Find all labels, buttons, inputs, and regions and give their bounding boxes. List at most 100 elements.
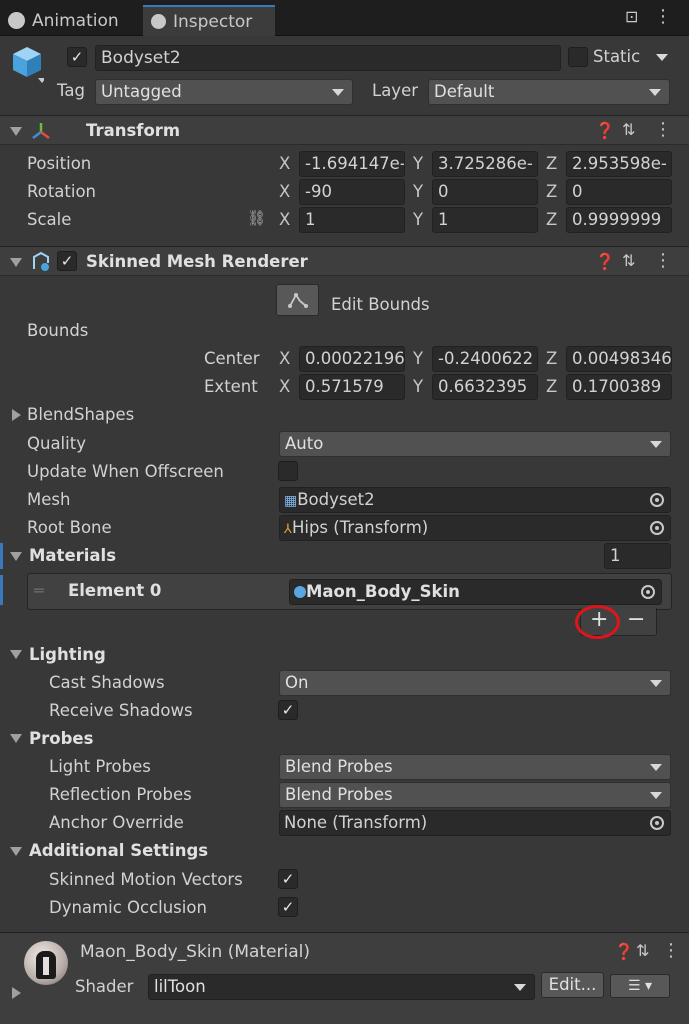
axis-x-label: X	[279, 377, 291, 396]
active-toggle[interactable]: ✓	[67, 47, 87, 67]
transform-header[interactable]: Transform ❓ ⇅ ⋮	[0, 115, 689, 145]
shader-edit-button[interactable]: Edit...	[541, 972, 604, 998]
material-foldout-icon[interactable]	[12, 987, 21, 999]
rotation-x-field[interactable]: -90	[299, 179, 405, 205]
help-icon[interactable]: ❓	[614, 942, 634, 961]
extent-x-field[interactable]: 0.571579	[299, 374, 405, 400]
update-offscreen-toggle[interactable]	[278, 461, 298, 481]
layer-dropdown[interactable]: Default	[428, 79, 670, 105]
scale-label: Scale	[27, 210, 72, 229]
drag-handle-icon[interactable]: ═	[34, 581, 44, 600]
component-menu-icon[interactable]: ⋮	[654, 250, 672, 271]
probes-foldout-icon[interactable]	[10, 734, 22, 743]
edit-bounds-button[interactable]	[276, 284, 319, 316]
quality-label: Quality	[27, 434, 86, 453]
extent-z-field[interactable]: 0.1700389	[566, 374, 672, 400]
cast-shadows-label: Cast Shadows	[49, 673, 165, 692]
probes-label: Probes	[29, 729, 94, 748]
axis-z-label: Z	[546, 210, 558, 229]
axis-x-label: X	[279, 182, 291, 201]
skinned-motion-vectors-label: Skinned Motion Vectors	[49, 870, 243, 889]
position-z-field[interactable]: 2.953598e-	[566, 151, 672, 177]
object-picker-icon[interactable]	[641, 585, 655, 599]
transform-axes-icon	[31, 121, 51, 145]
object-picker-icon[interactable]	[650, 521, 664, 535]
tab-inspector[interactable]: Inspector	[143, 5, 275, 36]
additional-settings-foldout-icon[interactable]	[10, 847, 22, 856]
blendshapes-label[interactable]: BlendShapes	[27, 405, 134, 424]
axis-z-label: Z	[546, 349, 558, 368]
tab-animation[interactable]: Animation	[0, 5, 140, 36]
rotation-z-field[interactable]: 0	[566, 179, 672, 205]
transform-icon: ⅄	[284, 522, 292, 537]
skinned-mesh-icon	[30, 251, 52, 277]
extent-label: Extent	[204, 377, 258, 396]
object-name-field[interactable]: Bodyset2	[95, 45, 561, 71]
clock-icon	[8, 12, 25, 29]
lighting-foldout-icon[interactable]	[10, 650, 22, 659]
scale-z-field[interactable]: 0.9999999	[566, 207, 672, 233]
lock-icon[interactable]: ⊡	[625, 7, 638, 26]
preset-icon[interactable]: ⇅	[622, 251, 635, 270]
root-bone-field[interactable]: ⅄Hips (Transform)	[279, 515, 671, 541]
quality-dropdown[interactable]: Auto	[279, 431, 671, 457]
shader-options-button[interactable]: ☰ ▾	[610, 974, 670, 998]
dynamic-occlusion-label: Dynamic Occlusion	[49, 898, 207, 917]
materials-count-field[interactable]: 1	[604, 543, 671, 569]
transform-title: Transform	[86, 121, 181, 140]
cast-shadows-dropdown[interactable]: On	[279, 670, 671, 696]
preset-icon[interactable]: ⇅	[636, 941, 649, 960]
materials-label: Materials	[29, 546, 117, 565]
center-y-field[interactable]: -0.2400622	[432, 346, 538, 372]
foldout-arrow-icon[interactable]	[10, 258, 22, 267]
center-z-field[interactable]: 0.00498346	[566, 346, 672, 372]
mesh-field[interactable]: ▦Bodyset2	[279, 487, 671, 513]
axis-y-label: Y	[413, 210, 424, 229]
shader-label: Shader	[75, 977, 134, 996]
help-icon[interactable]: ❓	[595, 252, 615, 271]
foldout-arrow-icon[interactable]	[10, 127, 22, 136]
preset-icon[interactable]: ⇅	[622, 120, 635, 139]
reflection-probes-dropdown[interactable]: Blend Probes	[279, 782, 671, 808]
mesh-label: Mesh	[27, 490, 71, 509]
element-0-material-field[interactable]: Maon_Body_Skin	[289, 579, 662, 605]
axis-x-label: X	[279, 210, 291, 229]
center-x-field[interactable]: 0.00022196	[299, 346, 405, 372]
rotation-label: Rotation	[27, 182, 97, 201]
edit-bounds-icon	[287, 293, 308, 308]
skinned-mesh-renderer-header[interactable]: ✓ Skinned Mesh Renderer ❓ ⇅ ⋮	[0, 246, 689, 276]
receive-shadows-toggle[interactable]: ✓	[278, 700, 298, 720]
extent-y-field[interactable]: 0.6632395	[432, 374, 538, 400]
axis-z-label: Z	[546, 182, 558, 201]
object-picker-icon[interactable]	[650, 493, 664, 507]
object-picker-icon[interactable]	[650, 816, 664, 830]
scale-y-field[interactable]: 1	[432, 207, 538, 233]
smr-title: Skinned Mesh Renderer	[86, 252, 308, 271]
unlinked-scale-icon[interactable]: ⛓	[247, 209, 266, 227]
bounds-label: Bounds	[27, 321, 89, 340]
light-probes-dropdown[interactable]: Blend Probes	[279, 754, 671, 780]
static-toggle[interactable]	[568, 47, 588, 67]
blendshapes-foldout-icon[interactable]	[12, 409, 21, 421]
material-sphere-icon	[294, 586, 306, 598]
kebab-menu-icon[interactable]: ⋮	[654, 6, 672, 27]
smr-enabled-toggle[interactable]: ✓	[57, 251, 77, 271]
component-menu-icon[interactable]: ⋮	[654, 119, 672, 140]
rotation-y-field[interactable]: 0	[432, 179, 538, 205]
shader-dropdown[interactable]: lilToon	[148, 974, 535, 1000]
scale-x-field[interactable]: 1	[299, 207, 405, 233]
material-preview-icon	[24, 941, 68, 985]
component-menu-icon[interactable]: ⋮	[662, 940, 680, 961]
root-bone-label: Root Bone	[27, 518, 112, 537]
anchor-override-field[interactable]: None (Transform)	[279, 810, 671, 836]
position-x-field[interactable]: -1.694147e-	[299, 151, 405, 177]
dynamic-occlusion-toggle[interactable]: ✓	[278, 897, 298, 917]
skinned-motion-vectors-toggle[interactable]: ✓	[278, 869, 298, 889]
position-y-field[interactable]: 3.725286e-	[432, 151, 538, 177]
material-title: Maon_Body_Skin (Material)	[80, 942, 311, 962]
materials-foldout-icon[interactable]	[10, 552, 22, 561]
tag-dropdown[interactable]: Untagged	[95, 79, 353, 105]
help-icon[interactable]: ❓	[595, 121, 615, 140]
static-dropdown-icon[interactable]	[656, 54, 668, 61]
remove-element-button[interactable]: −	[627, 607, 645, 632]
